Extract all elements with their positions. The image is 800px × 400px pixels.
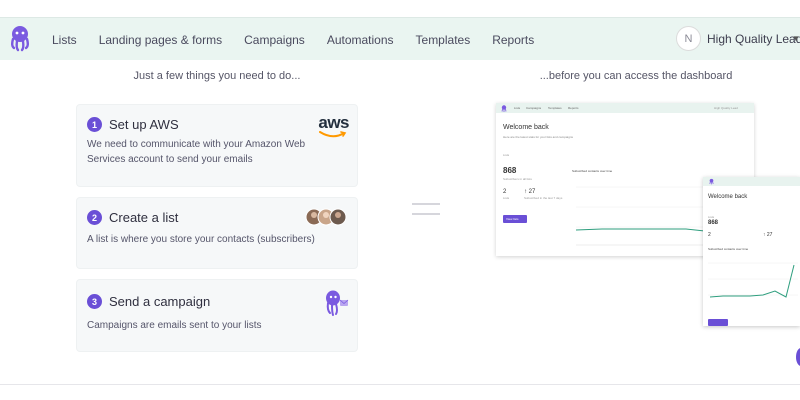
- nav-campaigns[interactable]: Campaigns: [244, 33, 305, 47]
- nav-automations[interactable]: Automations: [327, 33, 394, 47]
- dashboard-preview-mobile: Welcome back Lists 868 2 ↑ 27 Subscribed…: [703, 177, 800, 326]
- aws-smile-icon: [319, 131, 347, 138]
- preview-big-label: Subscribers in all lists: [503, 177, 532, 181]
- step-title: Set up AWS: [109, 117, 179, 132]
- equals-icon: [412, 203, 440, 223]
- preview-mobile-chart-title: Subscribed contacts over time: [708, 247, 749, 251]
- preview-nav-templates: Templates: [548, 106, 562, 110]
- main-nav: Lists Landing pages & forms Campaigns Au…: [52, 18, 556, 61]
- people-faces-icon: [305, 208, 347, 226]
- preview-mobile-button: [708, 319, 728, 326]
- nav-templates[interactable]: Templates: [416, 33, 471, 47]
- preview-stat-a: 2: [503, 189, 507, 195]
- preview-subtitle: Here are the latest stats for your lists…: [503, 135, 574, 139]
- preview-chart-title: Subscribed contacts over time: [572, 169, 613, 173]
- dashboard-heading: ...before you can access the dashboard: [539, 70, 733, 82]
- footer-divider: [0, 384, 800, 385]
- step-number-badge: 3: [87, 294, 102, 309]
- preview-nav-lists: Lists: [514, 106, 521, 110]
- preview-stat-a-label: Lists: [503, 196, 510, 200]
- preview-nav-reports: Reports: [568, 106, 579, 110]
- todo-heading: Just a few things you need to do...: [133, 70, 301, 82]
- step-description: We need to communicate with your Amazon …: [87, 139, 306, 165]
- account-name[interactable]: High Quality Lead: [707, 32, 800, 46]
- octopus-logo-icon: [501, 105, 507, 112]
- chevron-down-icon[interactable]: ▼: [792, 34, 800, 43]
- preview-stat-b: ↑ 27: [524, 189, 536, 195]
- preview-account: High Quality Lead: [714, 106, 738, 110]
- step-title: Send a campaign: [109, 294, 211, 309]
- step-card-create-list[interactable]: 2 Create a list A list is where you stor…: [76, 197, 358, 269]
- step-description: Campaigns are emails sent to your lists: [87, 320, 262, 331]
- preview-mobile-section: Lists: [708, 215, 715, 219]
- preview-nav-campaigns: Campaigns: [526, 106, 542, 110]
- aws-logo-icon: aws: [318, 113, 349, 132]
- nav-lists[interactable]: Lists: [52, 33, 77, 47]
- step-card-send-campaign[interactable]: 3 Send a campaign Campaigns are emails s…: [76, 279, 358, 352]
- step-title: Create a list: [109, 210, 179, 225]
- preview-mobile-nav: [703, 177, 800, 186]
- preview-stat-b-label: Subscribed in the last 7 days: [524, 196, 563, 200]
- chat-widget-button[interactable]: [796, 348, 800, 366]
- preview-section-lists: Lists: [503, 153, 510, 157]
- preview-button-label: View lists: [506, 217, 519, 221]
- preview-mobile-stat-a: 2: [708, 232, 711, 238]
- top-navigation-bar: Lists Landing pages & forms Campaigns Au…: [0, 17, 800, 60]
- preview-mobile-stat-b: ↑ 27: [763, 232, 773, 238]
- nav-reports[interactable]: Reports: [492, 33, 534, 47]
- preview-big-number: 868: [503, 166, 517, 175]
- preview-welcome: Welcome back: [503, 124, 549, 131]
- preview-mobile-chart: [708, 262, 798, 298]
- step-number-badge: 1: [87, 117, 102, 132]
- avatar[interactable]: N: [676, 26, 701, 51]
- nav-landing-pages-forms[interactable]: Landing pages & forms: [99, 33, 222, 47]
- step-card-setup-aws[interactable]: 1 Set up AWS We need to communicate with…: [76, 104, 358, 187]
- step-description: A list is where you store your contacts …: [87, 234, 315, 245]
- preview-mobile-welcome: Welcome back: [708, 194, 748, 200]
- octopus-logo-icon[interactable]: [6, 24, 34, 52]
- step-number-badge: 2: [87, 210, 102, 225]
- octopus-logo-icon: [709, 178, 714, 185]
- octopus-mascot-icon: [326, 290, 349, 316]
- preview-mobile-big-number: 868: [708, 220, 719, 226]
